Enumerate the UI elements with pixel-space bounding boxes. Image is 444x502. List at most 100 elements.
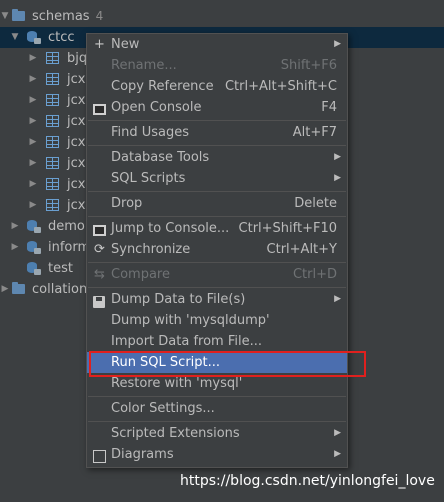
table-icon <box>46 52 59 64</box>
schema-count: 4 <box>95 9 104 23</box>
menu-separator <box>88 287 346 288</box>
menu-item-sql-scripts[interactable]: SQL Scripts ▶ <box>87 168 347 189</box>
menu-item-copy-reference[interactable]: Copy Reference Ctrl+Alt+Shift+C <box>87 76 347 97</box>
watermark-text: https://blog.csdn.net/yinlongfei_love <box>180 473 435 489</box>
menu-item-color-settings[interactable]: Color Settings... <box>87 398 347 419</box>
table-icon <box>46 136 59 148</box>
menu-item-rename[interactable]: Rename... Shift+F6 <box>87 55 347 76</box>
context-menu: + New ▶ Rename... Shift+F6 Copy Referenc… <box>86 33 348 468</box>
tree-node-label: schemas <box>32 9 90 24</box>
database-icon <box>27 262 41 275</box>
menu-item-label: Dump with 'mysqldump' <box>111 313 270 328</box>
console-icon <box>93 222 106 236</box>
menu-item-scripted-extensions[interactable]: Scripted Extensions ▶ <box>87 423 347 444</box>
menu-item-new[interactable]: + New ▶ <box>87 34 347 55</box>
compare-icon: ⇆ <box>94 267 105 282</box>
menu-separator <box>88 120 346 121</box>
tree-node-label: inform <box>48 240 91 255</box>
expand-arrow-icon[interactable]: ▶ <box>28 48 38 69</box>
menu-item-shortcut: Delete <box>294 196 337 211</box>
menu-item-label: Jump to Console... <box>111 221 230 236</box>
menu-item-database-tools[interactable]: Database Tools ▶ <box>87 147 347 168</box>
diagram-icon <box>93 448 106 463</box>
tree-node-label: ctcc <box>48 30 75 45</box>
expand-arrow-icon[interactable]: ▶ <box>28 90 38 111</box>
console-icon <box>93 101 106 115</box>
submenu-arrow-icon: ▶ <box>334 39 341 49</box>
menu-item-label: SQL Scripts <box>111 171 186 186</box>
expand-arrow-icon[interactable]: ▶ <box>28 132 38 153</box>
database-icon <box>27 31 41 44</box>
database-icon <box>27 241 41 254</box>
menu-item-drop[interactable]: Drop Delete <box>87 193 347 214</box>
expand-arrow-icon[interactable]: ▶ <box>28 195 38 216</box>
submenu-arrow-icon: ▶ <box>334 294 341 304</box>
folder-icon <box>12 282 25 294</box>
menu-item-label: Open Console <box>111 100 202 115</box>
menu-item-shortcut: Alt+F7 <box>292 125 337 140</box>
menu-item-label: Compare <box>111 267 170 282</box>
table-icon <box>46 178 59 190</box>
menu-item-label: Diagrams <box>111 447 174 462</box>
expand-arrow-icon[interactable]: ▶ <box>10 216 20 237</box>
tree-node-label: test <box>48 261 73 276</box>
menu-item-dump-mysqldump[interactable]: Dump with 'mysqldump' <box>87 310 347 331</box>
menu-item-jump-to-console[interactable]: Jump to Console... Ctrl+Shift+F10 <box>87 218 347 239</box>
menu-separator <box>88 396 346 397</box>
menu-item-dump-data[interactable]: Dump Data to File(s) ▶ <box>87 289 347 310</box>
tree-node-label: demo <box>48 219 85 234</box>
submenu-arrow-icon: ▶ <box>334 152 341 162</box>
tree-node-label: bjq <box>67 51 88 66</box>
menu-item-label: Synchronize <box>111 242 191 257</box>
menu-item-import-data[interactable]: Import Data from File... <box>87 331 347 352</box>
table-icon <box>46 157 59 169</box>
menu-item-shortcut: Ctrl+Alt+Shift+C <box>224 79 337 94</box>
submenu-arrow-icon: ▶ <box>334 173 341 183</box>
expand-arrow-icon[interactable]: ▶ <box>28 153 38 174</box>
menu-item-label: Import Data from File... <box>111 334 262 349</box>
menu-separator <box>88 262 346 263</box>
plus-icon: + <box>94 37 105 52</box>
menu-item-label: Copy Reference <box>111 79 214 94</box>
menu-separator <box>88 421 346 422</box>
expand-arrow-icon[interactable]: ▶ <box>10 237 20 258</box>
expand-arrow-icon[interactable]: ▶ <box>0 279 10 300</box>
menu-item-label: Dump Data to File(s) <box>111 292 246 307</box>
submenu-arrow-icon: ▶ <box>334 449 341 459</box>
table-icon <box>46 115 59 127</box>
database-icon <box>27 220 41 233</box>
table-icon <box>46 73 59 85</box>
expand-arrow-icon[interactable]: ▶ <box>28 111 38 132</box>
submenu-arrow-icon: ▶ <box>334 428 341 438</box>
menu-separator <box>88 191 346 192</box>
folder-icon <box>12 9 25 21</box>
menu-item-compare[interactable]: ⇆ Compare Ctrl+D <box>87 264 347 285</box>
menu-item-shortcut: Shift+F6 <box>280 58 337 73</box>
menu-item-shortcut: Ctrl+Alt+Y <box>266 242 337 257</box>
menu-item-shortcut: F4 <box>321 100 337 115</box>
menu-item-label: Scripted Extensions <box>111 426 240 441</box>
menu-item-label: Drop <box>111 196 143 211</box>
expand-arrow-icon[interactable]: ▶ <box>28 69 38 90</box>
table-icon <box>46 94 59 106</box>
menu-separator <box>88 145 346 146</box>
collapse-arrow-icon[interactable]: ▼ <box>10 27 20 48</box>
expand-arrow-icon[interactable]: ▶ <box>28 174 38 195</box>
menu-separator <box>88 216 346 217</box>
sync-icon: ⟳ <box>94 242 105 257</box>
tree-node-label: collations <box>32 282 94 297</box>
menu-item-label: New <box>111 37 140 52</box>
menu-item-label: Database Tools <box>111 150 210 165</box>
collapse-arrow-icon[interactable]: ▼ <box>0 6 10 27</box>
menu-item-open-console[interactable]: Open Console F4 <box>87 97 347 118</box>
menu-item-diagrams[interactable]: Diagrams ▶ <box>87 444 347 465</box>
menu-item-shortcut: Ctrl+D <box>292 267 337 282</box>
menu-item-label: Color Settings... <box>111 401 215 416</box>
menu-item-label: Find Usages <box>111 125 190 140</box>
disk-icon <box>93 293 106 308</box>
annotation-highlight-box <box>89 351 366 377</box>
menu-item-find-usages[interactable]: Find Usages Alt+F7 <box>87 122 347 143</box>
table-icon <box>46 199 59 211</box>
menu-item-synchronize[interactable]: ⟳ Synchronize Ctrl+Alt+Y <box>87 239 347 260</box>
menu-item-label: Rename... <box>111 58 177 73</box>
